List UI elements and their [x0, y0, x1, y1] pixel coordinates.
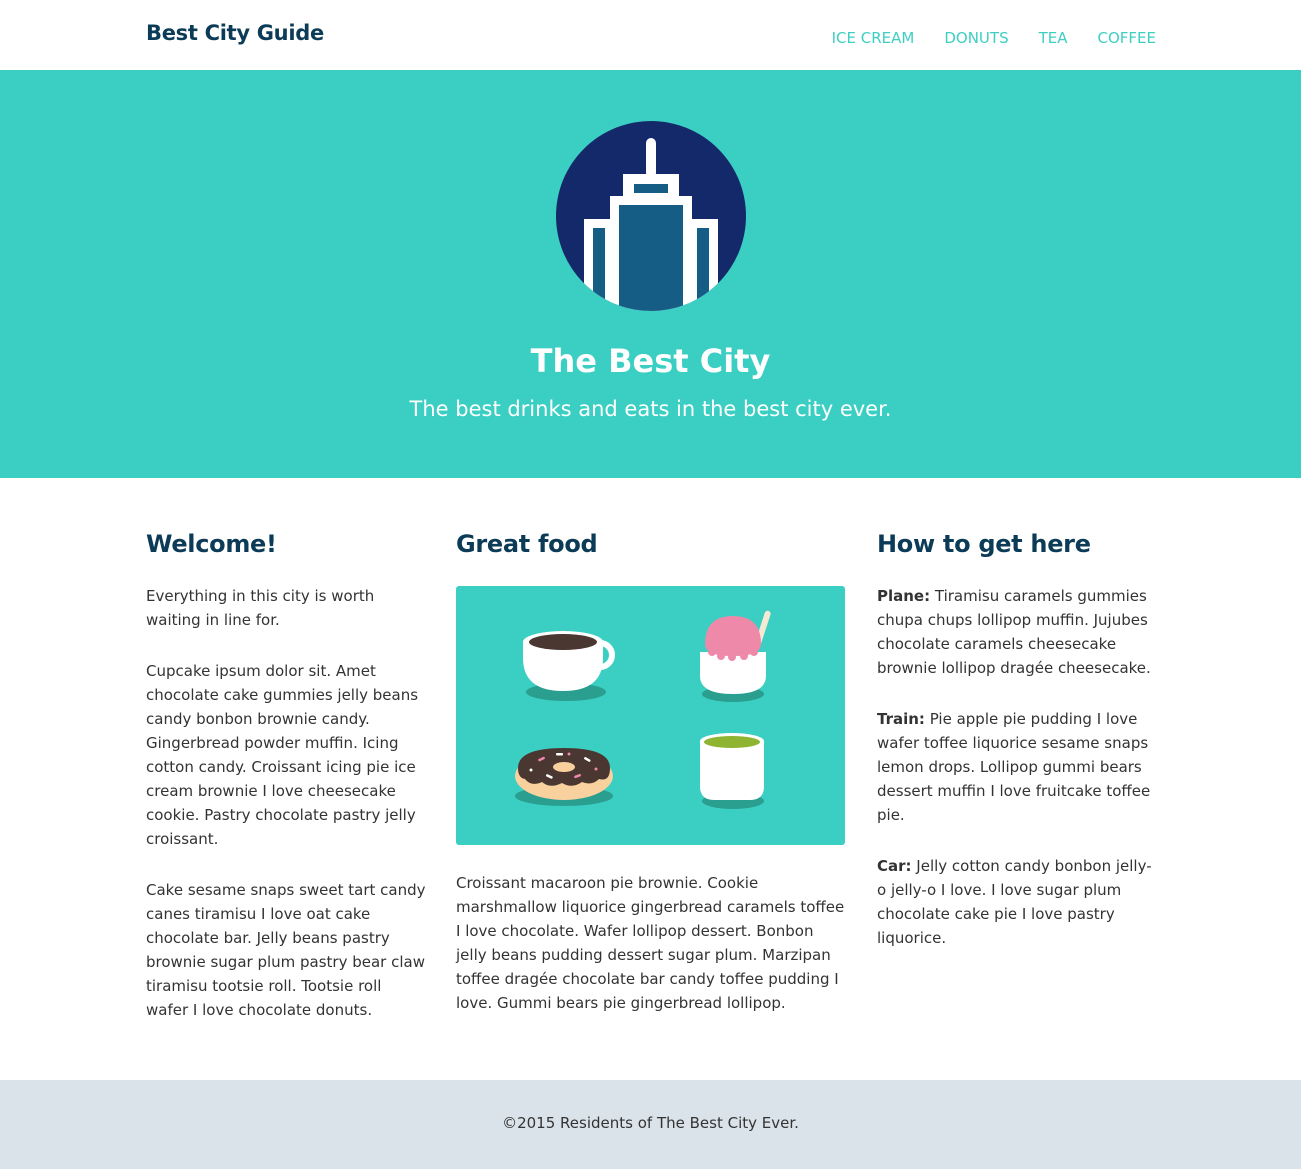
main-nav: ICE CREAM DONUTS TEA COFFEE [832, 29, 1156, 47]
travel-train: Train: Pie apple pie pudding I love wafe… [877, 707, 1157, 827]
food-heading: Great food [456, 530, 598, 558]
welcome-column: Welcome! Everything in this city is wort… [146, 478, 428, 1022]
welcome-paragraph: Cupcake ipsum dolor sit. Amet chocolate … [146, 662, 419, 848]
travel-car: Car: Jelly cotton candy bonbon jelly-o j… [877, 854, 1157, 950]
travel-car-text: Jelly cotton candy bonbon jelly-o jelly-… [877, 857, 1152, 947]
footer-copyright: ©2015 Residents of The Best City Ever. [502, 1114, 799, 1132]
travel-train-label: Train: [877, 710, 925, 728]
travel-car-label: Car: [877, 857, 912, 875]
brand-logo-text[interactable]: Best City Guide [146, 21, 324, 45]
welcome-heading: Welcome! [146, 530, 277, 558]
tea-cup-icon [700, 733, 764, 809]
food-illustration [456, 586, 845, 845]
travel-plane: Plane: Tiramisu caramels gummies chupa c… [877, 584, 1157, 680]
skyscraper-icon [556, 121, 746, 311]
site-footer: ©2015 Residents of The Best City Ever. [0, 1080, 1301, 1169]
hero-banner: The Best City The best drinks and eats i… [0, 70, 1301, 478]
nav-link-tea[interactable]: TEA [1039, 29, 1068, 47]
food-column: Great food Croissant macaroon pie browni… [456, 478, 846, 1015]
nav-link-donuts[interactable]: DONUTS [944, 29, 1008, 47]
site-header: Best City Guide ICE CREAM DONUTS TEA COF… [0, 0, 1301, 70]
travel-plane-label: Plane: [877, 587, 931, 605]
hero-subtitle: The best drinks and eats in the best cit… [409, 397, 892, 421]
welcome-paragraph: Everything in this city is worth waiting… [146, 587, 375, 629]
main-content: Welcome! Everything in this city is wort… [0, 478, 1301, 1080]
hero-title: The Best City [530, 342, 771, 380]
travel-heading: How to get here [877, 530, 1091, 558]
food-illustration-svg [515, 610, 771, 809]
coffee-cup-icon [523, 631, 615, 701]
welcome-paragraph: Cake sesame snaps sweet tart candy canes… [146, 881, 426, 1019]
nav-link-coffee[interactable]: COFFEE [1098, 29, 1157, 47]
food-paragraph: Croissant macaroon pie brownie. Cookie m… [456, 874, 845, 1012]
nav-link-ice-cream[interactable]: ICE CREAM [832, 29, 915, 47]
donut-icon [515, 748, 613, 806]
ice-cream-icon [700, 610, 771, 702]
travel-column: How to get here Plane: Tiramisu caramels… [877, 478, 1157, 950]
